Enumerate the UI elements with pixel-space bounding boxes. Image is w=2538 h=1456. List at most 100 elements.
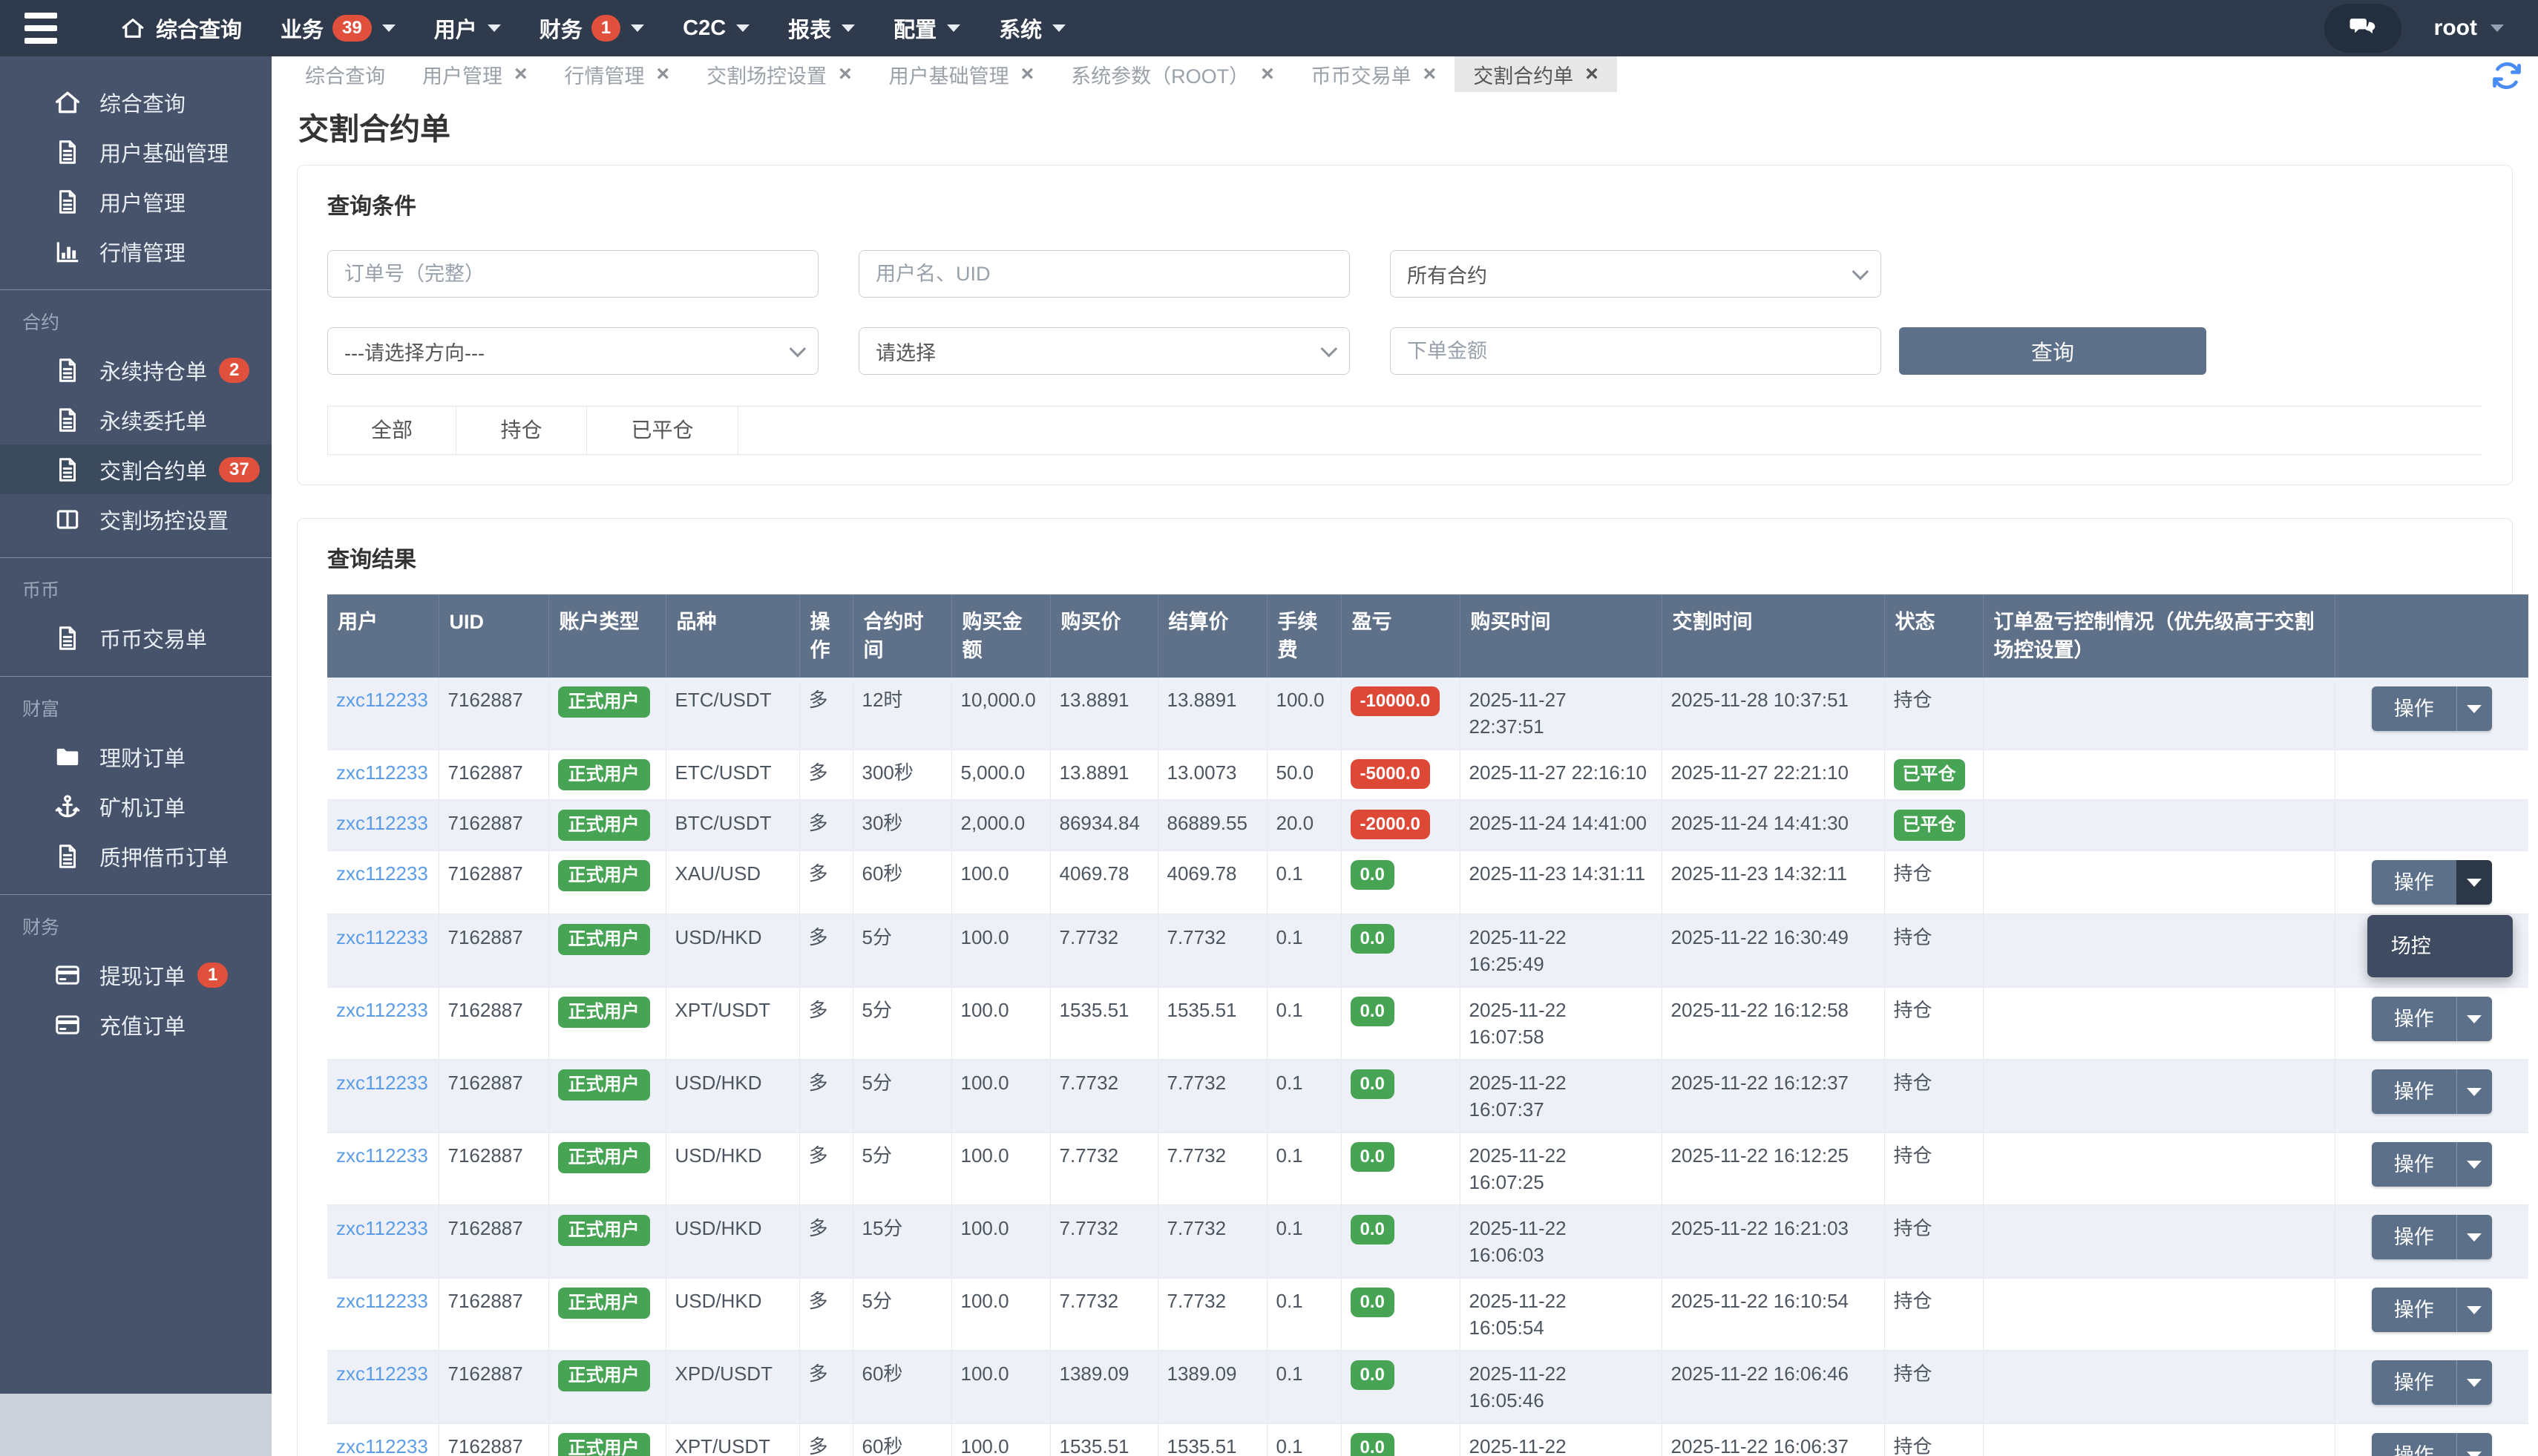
tab-综合查询[interactable]: 综合查询 — [286, 56, 404, 92]
user-link[interactable]: zxc112233 — [336, 999, 428, 1021]
divider — [0, 557, 272, 558]
sidebar-item-永续委托单[interactable]: 永续委托单 — [0, 395, 272, 445]
direction-select[interactable]: ---请选择方向--- — [327, 327, 819, 375]
cell-user: zxc112233 — [327, 1278, 439, 1351]
contract-select-value: 所有合约 — [1407, 260, 1487, 289]
user-link[interactable]: zxc112233 — [336, 1362, 428, 1385]
tab-行情管理[interactable]: 行情管理× — [546, 56, 689, 92]
filter-tab-已平仓[interactable]: 已平仓 — [587, 407, 738, 454]
filter-tab-持仓[interactable]: 持仓 — [456, 407, 587, 454]
action-button[interactable]: 操作 — [2372, 1069, 2456, 1114]
nav-item-label: 配置 — [893, 13, 937, 44]
close-icon[interactable]: × — [657, 63, 670, 85]
menu-item-场控[interactable]: 场控 — [2391, 933, 2513, 960]
sidebar-item-理财订单[interactable]: 理财订单 — [0, 732, 272, 781]
chevron-down-icon — [2491, 24, 2504, 32]
refresh-icon[interactable] — [2489, 59, 2525, 92]
tab-系统参数（ROOT）[interactable]: 系统参数（ROOT）× — [1052, 56, 1293, 92]
tab-用户管理[interactable]: 用户管理× — [404, 56, 546, 92]
sidebar-item-交割合约单[interactable]: 交割合约单37 — [0, 445, 272, 494]
cell-user: zxc112233 — [327, 750, 439, 800]
order-no-input[interactable] — [327, 250, 819, 298]
nav-item-C2C[interactable]: C2C — [663, 0, 769, 56]
nav-item-用户[interactable]: 用户 — [415, 0, 520, 56]
sidebar-item-交割场控设置[interactable]: 交割场控设置 — [0, 494, 272, 544]
user-link[interactable]: zxc112233 — [336, 1144, 428, 1167]
chevron-down-icon — [947, 24, 960, 32]
filter-tab-全部[interactable]: 全部 — [327, 407, 456, 454]
nav-item-系统[interactable]: 系统 — [980, 0, 1085, 56]
user-link[interactable]: zxc112233 — [336, 862, 428, 885]
sidebar-item-用户基础管理[interactable]: 用户基础管理 — [0, 127, 272, 177]
nav-item-业务[interactable]: 业务39 — [261, 0, 415, 56]
search-button[interactable]: 查询 — [1899, 327, 2206, 375]
action-button[interactable]: 操作 — [2372, 1288, 2456, 1332]
nav-item-报表[interactable]: 报表 — [769, 0, 874, 56]
sidebar-item-提现订单[interactable]: 提现订单1 — [0, 950, 272, 1000]
action-button[interactable]: 操作 — [2372, 860, 2456, 905]
col-header-actions — [2335, 594, 2528, 678]
close-icon[interactable]: × — [1021, 63, 1034, 85]
action-button[interactable]: 操作 — [2372, 1142, 2456, 1187]
action-dropdown-toggle[interactable] — [2456, 1360, 2492, 1405]
user-link[interactable]: zxc112233 — [336, 689, 428, 711]
nav-item-综合查询[interactable]: 综合查询 — [101, 0, 261, 56]
cell-direction: 多 — [799, 850, 853, 914]
user-link[interactable]: zxc112233 — [336, 812, 428, 834]
action-button[interactable]: 操作 — [2372, 1433, 2456, 1456]
user-link[interactable]: zxc112233 — [336, 1217, 428, 1239]
sidebar-item-用户管理[interactable]: 用户管理 — [0, 177, 272, 226]
action-dropdown-toggle[interactable] — [2456, 860, 2492, 905]
action-dropdown-toggle[interactable] — [2456, 1215, 2492, 1259]
action-button[interactable]: 操作 — [2372, 997, 2456, 1041]
sidebar-item-币币交易单[interactable]: 币币交易单 — [0, 613, 272, 663]
contract-select[interactable]: 所有合约 — [1390, 250, 1881, 298]
sidebar-item-质押借币订单[interactable]: 质押借币订单 — [0, 831, 272, 881]
sidebar-item-永续持仓单[interactable]: 永续持仓单2 — [0, 345, 272, 395]
close-icon[interactable]: × — [1261, 63, 1274, 85]
user-link[interactable]: zxc112233 — [336, 926, 428, 948]
close-icon[interactable]: × — [1423, 63, 1437, 85]
tab-用户基础管理[interactable]: 用户基础管理× — [870, 56, 1053, 92]
action-dropdown-toggle[interactable] — [2456, 1288, 2492, 1332]
close-icon[interactable]: × — [839, 63, 852, 85]
chat-button[interactable] — [2324, 4, 2401, 53]
menu-toggle-icon[interactable] — [0, 0, 82, 56]
cell-control — [1983, 678, 2335, 750]
action-button[interactable]: 操作 — [2372, 686, 2456, 731]
nav-item-财务[interactable]: 财务1 — [520, 0, 663, 56]
cell-symbol: ETC/USDT — [666, 678, 799, 750]
action-button[interactable]: 操作 — [2372, 1360, 2456, 1405]
sidebar-item-行情管理[interactable]: 行情管理 — [0, 226, 272, 276]
sidebar-item-label: 质押借币订单 — [99, 841, 229, 872]
amount-input[interactable] — [1390, 327, 1881, 375]
cell-settle_time: 2025-11-22 16:06:37 — [1662, 1423, 1884, 1456]
user-menu[interactable]: root — [2434, 16, 2504, 41]
cell-duration: 12时 — [853, 678, 951, 750]
tab-交割场控设置[interactable]: 交割场控设置× — [688, 56, 870, 92]
user-link[interactable]: zxc112233 — [336, 761, 428, 784]
tab-交割合约单[interactable]: 交割合约单× — [1455, 56, 1617, 92]
action-dropdown-toggle[interactable] — [2456, 1433, 2492, 1456]
action-dropdown-toggle[interactable] — [2456, 686, 2492, 731]
nav-item-配置[interactable]: 配置 — [874, 0, 980, 56]
sidebar-item-充值订单[interactable]: 充值订单 — [0, 1000, 272, 1049]
action-button[interactable]: 操作 — [2372, 1215, 2456, 1259]
user-link[interactable]: zxc112233 — [336, 1435, 428, 1456]
close-icon[interactable]: × — [514, 63, 528, 85]
cell-settle_price: 1535.51 — [1158, 987, 1267, 1060]
action-dropdown-toggle[interactable] — [2456, 1069, 2492, 1114]
cell-fee: 0.1 — [1267, 1132, 1341, 1205]
user-uid-input[interactable] — [859, 250, 1350, 298]
action-dropdown-toggle[interactable] — [2456, 997, 2492, 1041]
query-panel: 查询条件 所有合约 ---请选择方向--- 请选择 查 — [297, 165, 2513, 485]
status-select[interactable]: 请选择 — [859, 327, 1350, 375]
close-icon[interactable]: × — [1585, 63, 1598, 85]
user-link[interactable]: zxc112233 — [336, 1290, 428, 1312]
sidebar-item-矿机订单[interactable]: 矿机订单 — [0, 781, 272, 831]
sidebar-item-综合查询[interactable]: 综合查询 — [0, 77, 272, 127]
action-dropdown-toggle[interactable] — [2456, 1142, 2492, 1187]
user-link[interactable]: zxc112233 — [336, 1072, 428, 1094]
action-button-group: 操作 — [2372, 1360, 2492, 1405]
tab-币币交易单[interactable]: 币币交易单× — [1293, 56, 1455, 92]
